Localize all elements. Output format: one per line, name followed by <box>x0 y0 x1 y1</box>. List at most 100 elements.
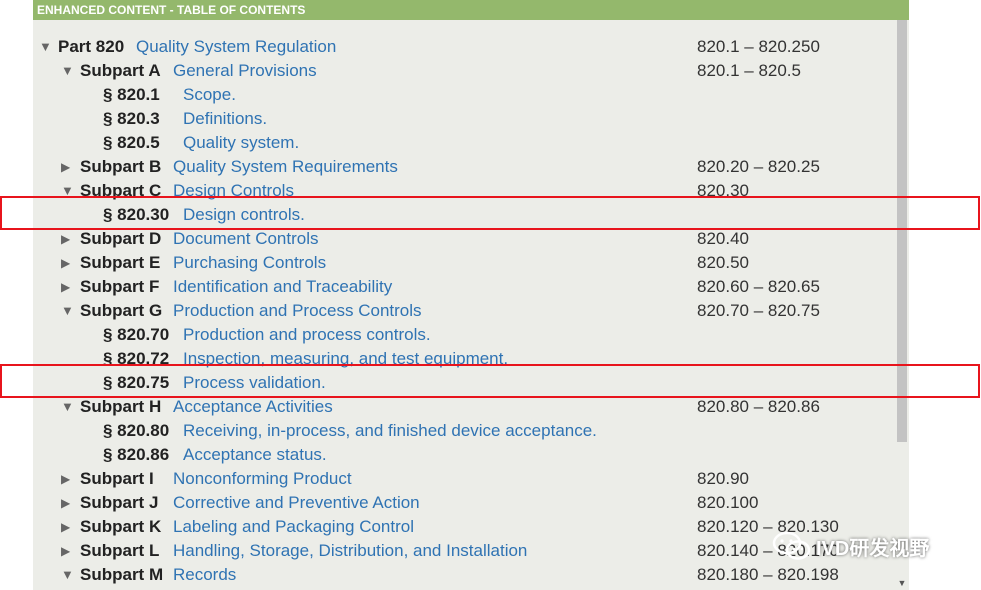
toc-section-row: § 820.5 Quality system. <box>33 131 893 155</box>
toc-range: 820.30 <box>697 181 749 200</box>
toc-part-row: ▼ Part 820 Quality System Regulation 820.1 … <box>33 35 893 59</box>
toc-link[interactable]: Quality system. <box>183 131 299 155</box>
scroll-down-arrow-icon[interactable]: ▼ <box>897 578 907 588</box>
toc-section-row: § 820.70 Production and process controls. <box>33 323 893 347</box>
toc-link[interactable]: Definitions. <box>183 107 267 131</box>
triangle-down-icon[interactable]: ▼ <box>61 59 74 83</box>
toc-range: 820.80 – 820.86 <box>697 397 820 416</box>
toc-key: Subpart G <box>80 301 163 320</box>
toc-key: Subpart A <box>80 61 161 80</box>
toc-key: Subpart I <box>80 469 154 488</box>
watermark: IVD研发视野 <box>772 528 929 564</box>
triangle-down-icon[interactable]: ▼ <box>39 35 52 59</box>
toc-link[interactable]: Purchasing Controls <box>173 251 326 275</box>
toc-key: Subpart H <box>80 397 162 416</box>
toc-section-row: § 820.30 Design controls. <box>33 203 893 227</box>
toc-range: 820.40 <box>697 229 749 248</box>
toc-key: § 820.75 <box>103 373 170 392</box>
toc-key: Subpart J <box>80 493 159 512</box>
toc-link[interactable]: Receiving, in-process, and finished devi… <box>183 419 597 443</box>
toc-link[interactable]: Inspection, measuring, and test equipmen… <box>183 347 508 371</box>
toc-key: Subpart D <box>80 229 162 248</box>
toc-panel: ENHANCED CONTENT - TABLE OF CONTENTS ▼ Pa… <box>33 0 909 590</box>
toc-range: 820.180 – 820.198 <box>697 565 839 584</box>
toc-link[interactable]: Corrective and Preventive Action <box>173 491 420 515</box>
toc-key: § 820.30 <box>103 205 170 224</box>
watermark-text: IVD研发视野 <box>816 537 930 560</box>
toc-key: § 820.70 <box>103 325 170 344</box>
toc-link[interactable]: Records <box>173 563 236 587</box>
triangle-down-icon[interactable]: ▼ <box>61 299 74 323</box>
toc-range: 820.70 – 820.75 <box>697 301 820 320</box>
toc-key: Part 820 <box>58 37 125 56</box>
triangle-right-icon[interactable]: ▶ <box>61 251 70 275</box>
triangle-right-icon[interactable]: ▶ <box>61 491 70 515</box>
toc-subpart-row: ▶ Subpart K Labeling and Packaging Control… <box>33 515 893 539</box>
triangle-right-icon[interactable]: ▶ <box>61 467 70 491</box>
panel-header: ENHANCED CONTENT - TABLE OF CONTENTS <box>33 0 909 20</box>
toc-subpart-row: ▶ Subpart F Identification and Traceabilit… <box>33 275 893 299</box>
toc-range: 820.1 – 820.5 <box>697 61 801 80</box>
toc-subpart-row: ▼ Subpart C Design Controls 820.30 <box>33 179 893 203</box>
toc-range: 820.50 <box>697 253 749 272</box>
toc-range: 820.90 <box>697 469 749 488</box>
toc-subpart-row: ▼ Subpart H Acceptance Activities 820.80 – … <box>33 395 893 419</box>
toc-subpart-row: ▼ Subpart G Production and Process Control… <box>33 299 893 323</box>
toc-link[interactable]: Design Controls <box>173 179 294 203</box>
scrollbar[interactable]: ▼ <box>895 20 909 590</box>
triangle-right-icon[interactable]: ▶ <box>61 227 70 251</box>
toc-range: 820.60 – 820.65 <box>697 277 820 296</box>
toc-subpart-row: ▶ Subpart B Quality System Requirements 820… <box>33 155 893 179</box>
toc-key: Subpart F <box>80 277 160 296</box>
toc-key: Subpart C <box>80 181 162 200</box>
toc-range: 820.1 – 820.250 <box>697 37 820 56</box>
toc-section-row: § 820.80 Receiving, in-process, and finis… <box>33 419 893 443</box>
toc-link[interactable]: Labeling and Packaging Control <box>173 515 414 539</box>
triangle-right-icon[interactable]: ▶ <box>61 539 70 563</box>
toc-section-row: § 820.1 Scope. <box>33 83 893 107</box>
toc-range: 820.20 – 820.25 <box>697 157 820 176</box>
triangle-right-icon[interactable]: ▶ <box>61 155 70 179</box>
toc-link[interactable]: Nonconforming Product <box>173 467 352 491</box>
triangle-right-icon[interactable]: ▶ <box>61 275 70 299</box>
triangle-down-icon[interactable]: ▼ <box>61 395 74 419</box>
toc-link[interactable]: General Provisions <box>173 59 317 83</box>
toc-link[interactable]: Production and process controls. <box>183 323 431 347</box>
wechat-logo-icon <box>772 531 811 560</box>
toc-key: Subpart K <box>80 517 162 536</box>
toc-link[interactable]: Process validation. <box>183 371 326 395</box>
toc-subpart-row: ▶ Subpart E Purchasing Controls 820.50 <box>33 251 893 275</box>
toc-link[interactable]: Acceptance status. <box>183 443 327 467</box>
toc-link[interactable]: Quality System Regulation <box>136 35 336 59</box>
toc-subpart-row: ▶ Subpart L Handling, Storage, Distributio… <box>33 539 893 563</box>
toc-key: § 820.72 <box>103 349 170 368</box>
toc-range: 820.100 <box>697 493 759 512</box>
toc-key: Subpart E <box>80 253 161 272</box>
scroll-thumb[interactable] <box>897 20 907 442</box>
toc-link[interactable]: Scope. <box>183 83 236 107</box>
toc-link[interactable]: Document Controls <box>173 227 319 251</box>
triangle-right-icon[interactable]: ▶ <box>61 515 70 539</box>
triangle-down-icon[interactable]: ▼ <box>61 179 74 203</box>
toc-key: Subpart M <box>80 565 164 584</box>
toc-subpart-row: ▶ Subpart J Corrective and Preventive Acti… <box>33 491 893 515</box>
toc-key: § 820.80 <box>103 421 170 440</box>
toc-list: ▼ Part 820 Quality System Regulation 820.1 … <box>33 35 893 587</box>
toc-link[interactable]: Handling, Storage, Distribution, and Ins… <box>173 539 527 563</box>
toc-subpart-row: ▼ Subpart A General Provisions 820.1 – 820.… <box>33 59 893 83</box>
triangle-down-icon[interactable]: ▼ <box>61 563 74 587</box>
toc-link[interactable]: Acceptance Activities <box>173 395 333 419</box>
toc-link[interactable]: Design controls. <box>183 203 305 227</box>
toc-key: § 820.3 <box>103 109 160 128</box>
toc-link[interactable]: Identification and Traceability <box>173 275 392 299</box>
toc-section-row: § 820.3 Definitions. <box>33 107 893 131</box>
toc-subpart-row: ▼ Subpart M Records 820.180 – 820.198 <box>33 563 893 587</box>
toc-section-row: § 820.86 Acceptance status. <box>33 443 893 467</box>
toc-link[interactable]: Production and Process Controls <box>173 299 422 323</box>
toc-key: § 820.86 <box>103 445 170 464</box>
toc-subpart-row: ▶ Subpart D Document Controls 820.40 <box>33 227 893 251</box>
toc-key: § 820.1 <box>103 85 160 104</box>
toc-section-row: § 820.72 Inspection, measuring, and test … <box>33 347 893 371</box>
toc-link[interactable]: Quality System Requirements <box>173 155 398 179</box>
toc-subpart-row: ▶ Subpart I Nonconforming Product 820.90 <box>33 467 893 491</box>
